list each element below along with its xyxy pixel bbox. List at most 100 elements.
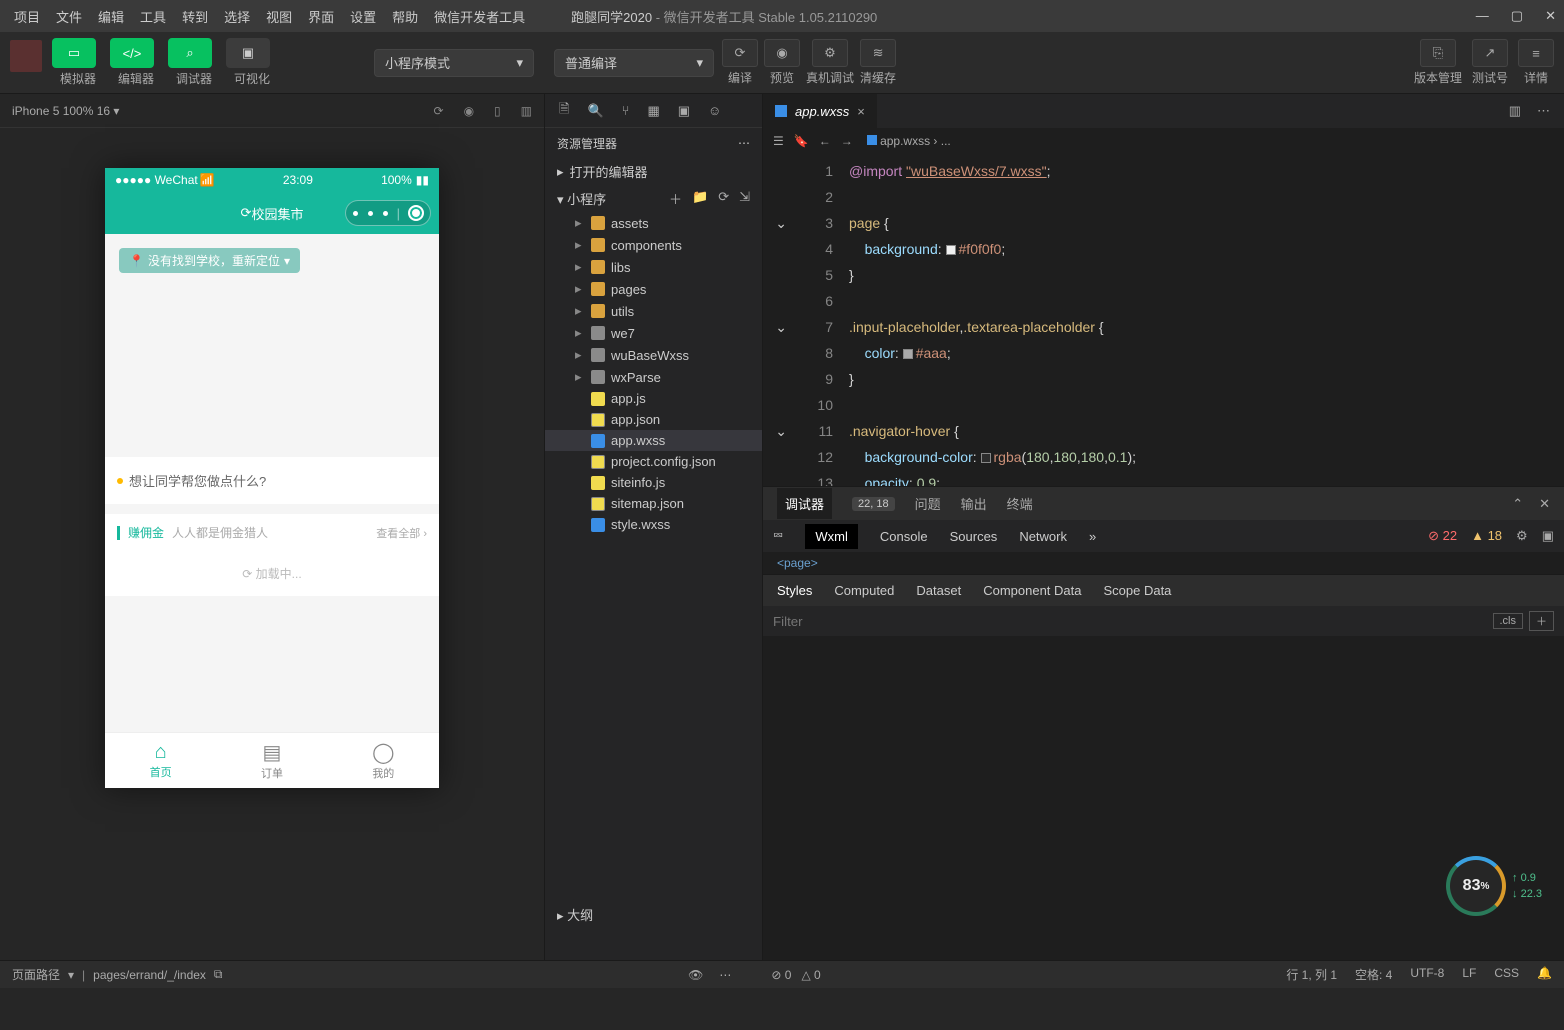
menu-转到[interactable]: 转到 xyxy=(176,3,214,30)
close-tab-icon[interactable]: × xyxy=(857,104,865,119)
error-badge[interactable]: ⊘ 22 xyxy=(1428,528,1457,544)
editor-tab[interactable]: app.wxss × xyxy=(763,94,877,128)
network-tab[interactable]: Network xyxy=(1019,529,1067,544)
device-selector[interactable]: iPhone 5 100% 16 ▾ xyxy=(12,104,119,118)
tree-node-project.config.json[interactable]: project.config.json xyxy=(545,451,762,472)
eol[interactable]: LF xyxy=(1462,966,1476,983)
tree-node-we7[interactable]: ▸we7 xyxy=(545,322,762,344)
copy-icon[interactable]: ⧉ xyxy=(214,967,223,982)
more-footer-icon[interactable]: ⋯ xyxy=(719,968,731,982)
debugger-button[interactable]: ⌕ xyxy=(168,38,212,68)
menu-选择[interactable]: 选择 xyxy=(218,3,256,30)
sources-tab[interactable]: Sources xyxy=(950,529,998,544)
bell-icon[interactable]: 🔔 xyxy=(1537,966,1552,983)
editor-button[interactable]: </> xyxy=(110,38,154,68)
debugger-tab[interactable]: 调试器 xyxy=(777,488,832,519)
tree-node-components[interactable]: ▸components xyxy=(545,234,762,256)
console-tab[interactable]: Console xyxy=(880,529,928,544)
ask-bar[interactable]: 想让同学帮您做点什么? xyxy=(105,457,439,504)
visual-button[interactable]: ▣ xyxy=(226,38,270,68)
more-icon[interactable]: ⋯ xyxy=(738,136,750,150)
tree-node-siteinfo.js[interactable]: siteinfo.js xyxy=(545,472,762,493)
forward-icon[interactable]: → xyxy=(841,134,853,148)
remote-debug-button[interactable]: ⚙ xyxy=(812,39,848,67)
component-data-tab[interactable]: Component Data xyxy=(983,583,1081,598)
tab-me[interactable]: ◯我的 xyxy=(328,733,439,788)
page-path[interactable]: pages/errand/_/index xyxy=(93,968,206,982)
ext2-icon[interactable]: ▣ xyxy=(678,103,690,119)
cls-toggle[interactable]: .cls xyxy=(1493,613,1524,629)
menu-帮助[interactable]: 帮助 xyxy=(386,3,424,30)
warn-badge[interactable]: ▲ 18 xyxy=(1471,528,1502,544)
menu-微信开发者工具[interactable]: 微信开发者工具 xyxy=(428,3,531,30)
menu-编辑[interactable]: 编辑 xyxy=(92,3,130,30)
tree-node-pages[interactable]: ▸pages xyxy=(545,278,762,300)
capsule-button[interactable]: | xyxy=(345,200,431,226)
tree-node-app.wxss[interactable]: app.wxss xyxy=(545,430,762,451)
wxml-tree[interactable]: <page> xyxy=(763,552,1564,574)
wxml-tab[interactable]: Wxml xyxy=(805,524,858,549)
menu-设置[interactable]: 设置 xyxy=(344,3,382,30)
dataset-tab[interactable]: Dataset xyxy=(916,583,961,598)
computed-tab[interactable]: Computed xyxy=(834,583,894,598)
collapse-icon[interactable]: ⇲ xyxy=(739,189,750,208)
code-editor[interactable]: 1@import "wuBaseWxss/7.wxss";2⌄3page {4 … xyxy=(763,154,1564,486)
output-tab[interactable]: 输出 xyxy=(961,494,987,513)
compile-button[interactable]: ⟳ xyxy=(722,39,758,67)
home-icon[interactable] xyxy=(408,205,424,221)
mode-dropdown[interactable]: 小程序模式▾ xyxy=(374,49,534,77)
scope-data-tab[interactable]: Scope Data xyxy=(1103,583,1171,598)
tree-node-app.js[interactable]: app.js xyxy=(545,388,762,409)
location-chip[interactable]: 📍 没有找到学校，重新定位 ▾ xyxy=(119,248,300,273)
tree-node-libs[interactable]: ▸libs xyxy=(545,256,762,278)
add-style-icon[interactable]: ＋ xyxy=(1529,611,1554,631)
files-icon[interactable]: 🗎 xyxy=(559,100,569,122)
simulator-button[interactable]: ▭ xyxy=(52,38,96,68)
close-icon[interactable]: ✕ xyxy=(1545,8,1556,24)
split-icon[interactable]: ▥ xyxy=(521,104,532,118)
dock-icon[interactable]: ▣ xyxy=(1542,528,1554,544)
tree-node-wxParse[interactable]: ▸wxParse xyxy=(545,366,762,388)
outline-section[interactable]: ▸ 大纲 xyxy=(545,899,605,930)
lang-mode[interactable]: CSS xyxy=(1494,966,1519,983)
minimize-icon[interactable]: ― xyxy=(1476,8,1489,24)
refresh-tree-icon[interactable]: ⟳ xyxy=(718,189,729,208)
style-filter-input[interactable] xyxy=(773,614,1487,629)
project-section[interactable]: ▾ 小程序 ＋ 📁 ⟳ ⇲ xyxy=(545,185,762,212)
test-id-button[interactable]: ↗ xyxy=(1472,39,1508,67)
eye-icon[interactable]: 👁 xyxy=(688,968,703,982)
open-editors-section[interactable]: ▸ 打开的编辑器 xyxy=(545,158,762,185)
avatar[interactable] xyxy=(10,40,42,72)
footer-errors[interactable]: ⊘ 0 xyxy=(771,968,791,982)
maximize-icon[interactable]: ▢ xyxy=(1511,8,1523,24)
terminal-tab[interactable]: 终端 xyxy=(1007,494,1033,513)
robot-icon[interactable]: ☺ xyxy=(708,103,721,118)
collapse-debug-icon[interactable]: ⌃ xyxy=(1512,496,1523,512)
refresh-icon[interactable]: ⟳ xyxy=(434,104,444,118)
tree-node-assets[interactable]: ▸assets xyxy=(545,212,762,234)
clear-cache-button[interactable]: ≋ xyxy=(860,39,896,67)
menu-界面[interactable]: 界面 xyxy=(302,3,340,30)
version-button[interactable]: ⎘ xyxy=(1420,39,1456,67)
new-file-icon[interactable]: ＋ xyxy=(669,189,682,208)
ext-icon[interactable]: ▦ xyxy=(647,103,659,119)
back-icon[interactable]: ← xyxy=(819,134,831,148)
styles-tab[interactable]: Styles xyxy=(777,583,812,598)
menu-视图[interactable]: 视图 xyxy=(260,3,298,30)
footer-warnings[interactable]: △ 0 xyxy=(801,968,820,982)
tree-node-sitemap.json[interactable]: sitemap.json xyxy=(545,493,762,514)
tab-home[interactable]: ⌂首页 xyxy=(105,733,216,788)
git-icon[interactable]: ⑂ xyxy=(622,103,630,118)
tree-node-app.json[interactable]: app.json xyxy=(545,409,762,430)
preview-button[interactable]: ◉ xyxy=(764,39,800,67)
tree-node-style.wxss[interactable]: style.wxss xyxy=(545,514,762,535)
new-folder-icon[interactable]: 📁 xyxy=(692,189,708,208)
cursor-pos[interactable]: 行 1, 列 1 xyxy=(1286,966,1337,983)
commission-bar[interactable]: 赚佣金人人都是佣金猎人 查看全部 › xyxy=(105,514,439,551)
inspect-icon[interactable]: ⮹ xyxy=(773,528,783,544)
menu-工具[interactable]: 工具 xyxy=(134,3,172,30)
encoding[interactable]: UTF-8 xyxy=(1410,966,1444,983)
details-button[interactable]: ≡ xyxy=(1518,39,1554,67)
search-icon[interactable]: 🔍 xyxy=(587,103,603,119)
phone-icon[interactable]: ▯ xyxy=(494,104,501,118)
